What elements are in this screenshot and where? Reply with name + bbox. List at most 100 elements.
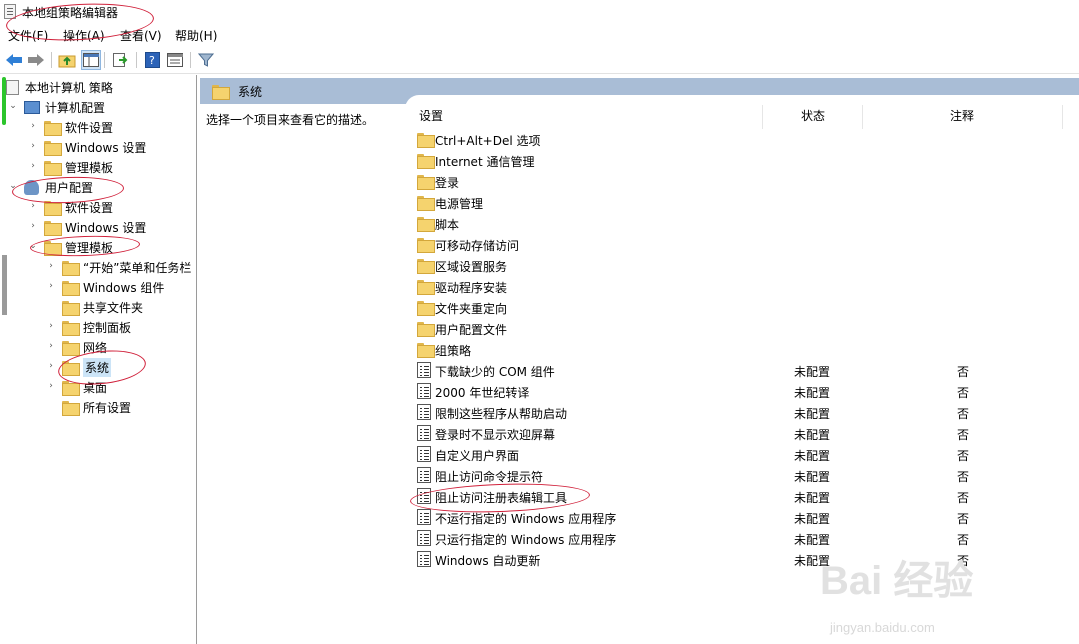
tree-item-cc-windows[interactable]: › Windows 设置: [28, 137, 146, 157]
list-item-folder[interactable]: 区域设置服务: [410, 255, 1070, 276]
tree-label: 软件设置: [65, 200, 114, 215]
list-item-folder[interactable]: 用户配置文件: [410, 318, 1070, 339]
tree-item-shared-folders[interactable]: 共享文件夹: [46, 297, 143, 317]
list-item-folder[interactable]: 登录: [410, 171, 1070, 192]
baidu-watermark-url: jingyan.baidu.com: [830, 620, 935, 635]
list-item-policy[interactable]: 登录时不显示欢迎屏幕 未配置 否: [410, 423, 1070, 444]
folder-icon: [62, 320, 80, 336]
collapsed-chevron-icon[interactable]: ›: [28, 201, 38, 211]
list-item-folder[interactable]: 电源管理: [410, 192, 1070, 213]
column-header-state[interactable]: 状态: [801, 107, 825, 124]
column-divider[interactable]: [1062, 105, 1063, 129]
item-name: 只运行指定的 Windows 应用程序: [435, 533, 617, 547]
folder-icon: [62, 280, 80, 296]
policy-setting-icon: [417, 404, 431, 420]
collapsed-chevron-icon[interactable]: ›: [28, 121, 38, 131]
item-name: Ctrl+Alt+Del 选项: [435, 134, 541, 148]
item-comment: 否: [957, 449, 970, 463]
tree-item-all-settings[interactable]: 所有设置: [46, 397, 131, 417]
tree-label: 本地计算机 策略: [25, 80, 113, 95]
list-item-folder[interactable]: 组策略: [410, 339, 1070, 360]
list-item-policy[interactable]: 不运行指定的 Windows 应用程序 未配置 否: [410, 507, 1070, 528]
list-item-folder[interactable]: Internet 通信管理: [410, 150, 1070, 171]
policy-setting-icon: [417, 446, 431, 462]
export-list-icon[interactable]: [110, 50, 130, 70]
properties-icon[interactable]: [165, 50, 185, 70]
tree-item-cc-software[interactable]: › 软件设置: [28, 117, 113, 137]
up-folder-icon[interactable]: [57, 50, 77, 70]
tree-item-system[interactable]: › 系统: [46, 357, 112, 377]
tree-item-uc-software[interactable]: › 软件设置: [28, 197, 113, 217]
column-header-setting[interactable]: 设置: [419, 107, 443, 124]
list-item-folder[interactable]: Ctrl+Alt+Del 选项: [410, 129, 1070, 150]
tree-label: Windows 组件: [83, 280, 165, 295]
tree-item-network[interactable]: › 网络: [46, 337, 107, 357]
tree-item-windows-components[interactable]: › Windows 组件: [46, 277, 164, 297]
collapsed-chevron-icon[interactable]: ›: [46, 341, 56, 351]
item-comment: 否: [957, 533, 970, 547]
list-item-policy[interactable]: 限制这些程序从帮助启动 未配置 否: [410, 402, 1070, 423]
collapsed-chevron-icon[interactable]: ›: [46, 381, 56, 391]
help-icon[interactable]: ?: [142, 50, 162, 70]
list-item-policy[interactable]: 下载缺少的 COM 组件 未配置 否: [410, 360, 1070, 381]
expanded-chevron-icon[interactable]: ⌄: [8, 101, 18, 111]
tree-item-control-panel[interactable]: › 控制面板: [46, 317, 131, 337]
scrollbar-thumb[interactable]: [2, 255, 7, 315]
tree-label: 网络: [83, 340, 108, 355]
list-item-folder[interactable]: 驱动程序安装: [410, 276, 1070, 297]
show-hide-tree-icon[interactable]: [81, 50, 101, 70]
folder-icon: [44, 140, 62, 156]
folder-icon: [44, 220, 62, 236]
tree-item-uc-windows[interactable]: › Windows 设置: [28, 217, 146, 237]
list-item-folder[interactable]: 脚本: [410, 213, 1070, 234]
menu-help[interactable]: 帮助(H): [175, 27, 217, 44]
tree-item-start-menu[interactable]: › “开始”菜单和任务栏: [46, 257, 191, 277]
collapsed-chevron-icon[interactable]: ›: [28, 141, 38, 151]
expanded-chevron-icon[interactable]: ⌄: [28, 241, 38, 251]
list-item-folder[interactable]: 文件夹重定向: [410, 297, 1070, 318]
expanded-chevron-icon[interactable]: ⌄: [8, 181, 18, 191]
filter-icon[interactable]: [196, 50, 216, 70]
collapsed-chevron-icon[interactable]: ›: [46, 281, 56, 291]
list-item-policy[interactable]: 阻止访问命令提示符 未配置 否: [410, 465, 1070, 486]
collapsed-chevron-icon[interactable]: ›: [46, 321, 56, 331]
column-header-comment[interactable]: 注释: [950, 107, 974, 124]
list-item-policy[interactable]: 阻止访问注册表编辑工具 未配置 否: [410, 486, 1070, 507]
forward-icon[interactable]: [26, 50, 46, 70]
back-icon[interactable]: [4, 50, 24, 70]
list-item-policy[interactable]: 自定义用户界面 未配置 否: [410, 444, 1070, 465]
item-name: 下载缺少的 COM 组件: [435, 365, 555, 379]
list-item-folder[interactable]: 可移动存储访问: [410, 234, 1070, 255]
tree-item-computer-config[interactable]: ⌄ 计算机配置: [8, 97, 105, 117]
folder-icon: [417, 217, 435, 232]
policy-setting-icon: [417, 362, 431, 378]
item-name: 组策略: [435, 344, 472, 358]
tree-item-desktop[interactable]: › 桌面: [46, 377, 107, 397]
folder-icon: [44, 120, 62, 136]
menu-action[interactable]: 操作(A): [63, 27, 105, 44]
collapsed-chevron-icon[interactable]: ›: [28, 221, 38, 231]
item-state: 未配置: [794, 428, 831, 442]
tree-item-user-config[interactable]: ⌄ 用户配置: [8, 177, 93, 197]
menu-file[interactable]: 文件(F): [8, 27, 48, 44]
collapsed-chevron-icon[interactable]: ›: [46, 361, 56, 371]
tree-pane[interactable]: 本地计算机 策略 ⌄ 计算机配置 › 软件设置 › Windows 设置 › 管…: [0, 75, 197, 644]
column-divider[interactable]: [862, 105, 863, 129]
folder-icon: [417, 343, 435, 358]
item-name: 阻止访问注册表编辑工具: [435, 491, 568, 505]
item-state: 未配置: [794, 449, 831, 463]
tree-item-root[interactable]: 本地计算机 策略: [6, 77, 113, 97]
collapsed-chevron-icon[interactable]: ›: [28, 161, 38, 171]
column-divider[interactable]: [762, 105, 763, 129]
folder-icon: [417, 259, 435, 274]
tree-item-uc-admin[interactable]: ⌄ 管理模板: [28, 237, 113, 257]
collapsed-chevron-icon[interactable]: ›: [46, 261, 56, 271]
menu-view[interactable]: 查看(V): [120, 27, 162, 44]
list-item-policy[interactable]: 2000 年世纪转译 未配置 否: [410, 381, 1070, 402]
list-item-policy[interactable]: 只运行指定的 Windows 应用程序 未配置 否: [410, 528, 1070, 549]
policy-setting-icon: [417, 509, 431, 525]
folder-icon: [62, 360, 80, 376]
tree-item-cc-admin[interactable]: › 管理模板: [28, 157, 113, 177]
item-name: 区域设置服务: [435, 260, 508, 274]
item-state: 未配置: [794, 407, 831, 421]
